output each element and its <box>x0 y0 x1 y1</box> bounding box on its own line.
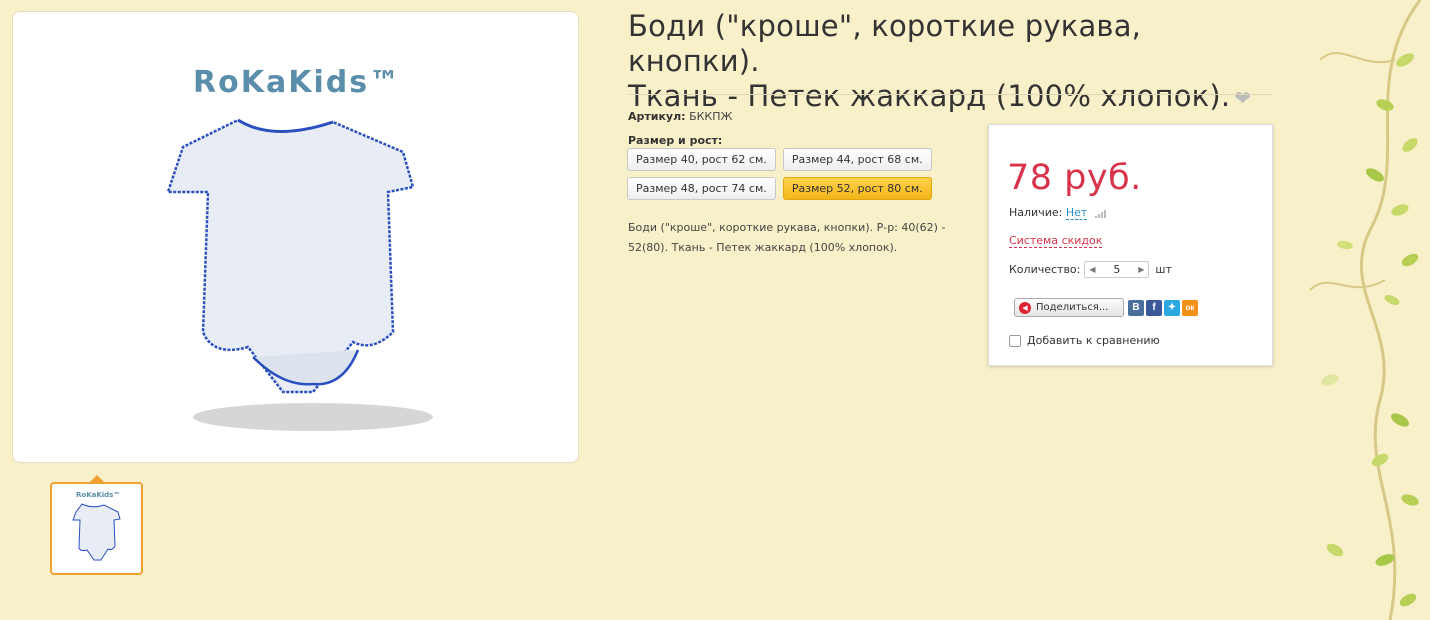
share-label: Поделиться... <box>1036 302 1109 313</box>
size-options: Размер 40, рост 62 см. Размер 44, рост 6… <box>627 148 947 206</box>
brand-logo: RoKaKids™ <box>193 65 401 100</box>
product-title-line-1: Боди ("кроше", короткие рукава, кнопки). <box>628 9 1142 78</box>
share-row: ◀ Поделиться... В f ✦ ок <box>1014 298 1200 317</box>
buy-box: 78 руб. Наличие: Нет Система скидок Коли… <box>988 124 1273 366</box>
quantity-unit: шт <box>1155 263 1172 276</box>
price: 78 руб. <box>1007 158 1142 198</box>
decorative-vine <box>1309 0 1422 620</box>
size-option-48[interactable]: Размер 48, рост 74 см. <box>627 177 776 200</box>
thumbnail-image: RoKaKids™ <box>72 491 121 561</box>
product-description: Боди ("кроше", короткие рукава, кнопки).… <box>628 218 973 258</box>
heart-icon[interactable]: ❤ <box>1234 86 1251 110</box>
signal-bars-icon <box>1094 209 1106 218</box>
discount-system-link[interactable]: Система скидок <box>1009 234 1103 248</box>
product-thumbnail[interactable]: RoKaKids™ <box>50 475 143 575</box>
thumbnail-logo: RoKaKids™ <box>76 491 120 499</box>
availability-value[interactable]: Нет <box>1065 206 1088 220</box>
quantity-stepper[interactable]: ◀ 5 ▶ <box>1084 261 1150 278</box>
increment-arrow-icon[interactable]: ▶ <box>1138 265 1144 274</box>
size-label: Размер и рост: <box>628 134 723 147</box>
description-line-1: Боди ("кроше", короткие рукава, кнопки).… <box>628 221 946 234</box>
compare-checkbox[interactable] <box>1009 334 1021 347</box>
facebook-icon[interactable]: f <box>1146 299 1162 316</box>
odnoklassniki-icon[interactable]: ок <box>1182 299 1198 316</box>
availability: Наличие: Нет <box>1009 206 1109 220</box>
divider <box>628 94 1272 95</box>
description-line-2: 52(80). Ткань - Петек жаккард (100% хлоп… <box>628 241 898 254</box>
product-title-line-2-text: Ткань - Петек жаккард (100% хлопок). <box>628 79 1231 113</box>
availability-label: Наличие: <box>1009 206 1063 219</box>
twitter-bird-icon[interactable]: ✦ <box>1164 299 1180 316</box>
megaphone-icon: ◀ <box>1019 301 1031 314</box>
article-label: Артикул: <box>628 110 686 123</box>
quantity-value[interactable]: 5 <box>1113 263 1120 276</box>
article-info: Артикул: БККПЖ <box>628 110 732 123</box>
product-main-image[interactable]: RoKaKids™ <box>12 11 579 463</box>
size-option-52[interactable]: Размер 52, рост 80 см. <box>782 177 932 200</box>
product-title: Боди ("кроше", короткие рукава, кнопки).… <box>628 9 1268 116</box>
decrement-arrow-icon[interactable]: ◀ <box>1089 265 1095 274</box>
quantity-label: Количество: <box>1009 263 1081 276</box>
size-option-40[interactable]: Размер 40, рост 62 см. <box>627 148 776 171</box>
vk-icon[interactable]: В <box>1128 299 1144 316</box>
quantity-row: Количество: ◀ 5 ▶ шт <box>1009 261 1172 278</box>
bodysuit-image: RoKaKids™ <box>166 65 433 431</box>
compare-row[interactable]: Добавить к сравнению <box>1009 334 1160 347</box>
compare-label[interactable]: Добавить к сравнению <box>1027 334 1160 347</box>
share-button[interactable]: ◀ Поделиться... <box>1014 298 1124 317</box>
size-option-44[interactable]: Размер 44, рост 68 см. <box>782 148 932 171</box>
article-value: БККПЖ <box>689 110 733 123</box>
